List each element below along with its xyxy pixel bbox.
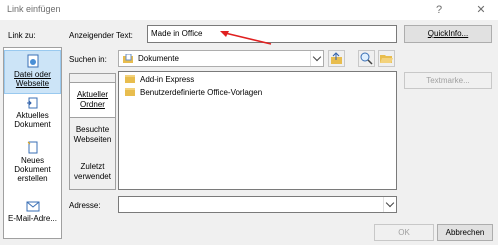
tab-current-folder[interactable]: Aktueller Ordner [70,82,115,118]
link-to-email-address[interactable]: E-Mail-Adre... [4,200,61,230]
bookmark-button[interactable]: Textmarke... [404,72,492,89]
link-to-item-label: Neues Dokument erstellen [14,156,51,183]
quickinfo-button-label: QuickInfo... [427,29,469,38]
list-item[interactable]: Add-in Express [125,74,194,87]
address-label: Adresse: [69,201,101,210]
up-folder-button[interactable] [328,50,345,67]
look-in-tabs: Aktueller Ordner Besuchte Webseiten Zule… [69,73,116,190]
title-bar: Link einfügen ? ✕ [0,0,498,20]
link-to-file-or-webpage[interactable]: Datei oder Webseite [4,50,61,94]
browse-web-button[interactable] [358,50,375,67]
link-to-current-document[interactable]: Aktuelles Dokument [4,96,61,134]
look-in-dropdown-arrow[interactable] [310,51,323,66]
link-to-new-document[interactable]: Neues Dokument erstellen [4,140,61,188]
address-dropdown-arrow[interactable] [383,197,396,212]
list-item[interactable]: Benutzerdefinierte Office-Vorlagen [125,87,262,100]
link-to-label: Link zu: [8,31,36,40]
insert-link-dialog: Link einfügen ? ✕ Link zu: Datei oder We… [0,0,498,245]
file-name: Add-in Express [140,75,195,84]
browse-web-icon [360,52,373,65]
display-text-label: Anzeigender Text: [69,31,133,40]
cancel-button[interactable]: Abbrechen [437,224,493,241]
documents-folder-icon [123,54,133,63]
close-button[interactable]: ✕ [468,1,494,19]
file-name: Benutzerdefinierte Office-Vorlagen [140,88,263,97]
bookmark-button-label: Textmarke... [426,76,470,85]
new-document-icon [27,141,37,154]
open-folder-icon [380,55,393,63]
tab-label: Aktueller Ordner [76,90,109,109]
tab-label: Zuletzt verwendet [74,162,111,181]
look-in-value: Dokumente [138,54,179,63]
look-in-dropdown[interactable]: Dokumente [118,50,324,67]
file-list[interactable]: Add-in Express Benutzerdefinierte Office… [118,71,397,190]
up-folder-icon [331,52,342,64]
link-to-item-label: Datei oder Webseite [14,70,51,88]
help-button[interactable]: ? [426,1,452,19]
look-in-label: Suchen in: [69,55,107,64]
folder-icon [125,75,135,83]
tab-label: Besuchte Webseiten [73,125,112,144]
chevron-down-icon [385,198,395,208]
link-to-item-label: E-Mail-Adre... [8,214,57,223]
ok-button[interactable]: OK [374,224,434,241]
link-to-item-label: Aktuelles Dokument [14,111,51,129]
globe-page-icon [27,54,38,68]
address-field[interactable] [118,196,397,213]
link-to-bar: Datei oder Webseite Aktuelles Dokument N… [3,47,62,239]
display-text-value: Made in Office [151,29,203,38]
tab-recent-files[interactable]: Zuletzt verwendet [70,160,115,188]
email-icon [26,201,39,212]
tab-browsed-pages[interactable]: Besuchte Webseiten [70,122,115,150]
browse-file-button[interactable] [378,50,395,67]
cancel-button-label: Abbrechen [445,228,485,237]
document-arrow-icon [26,97,37,109]
quickinfo-button[interactable]: QuickInfo... [404,25,492,43]
ok-button-label: OK [398,228,410,237]
chevron-down-icon [312,52,322,62]
folder-icon [125,88,135,96]
annotation-arrow [220,31,272,45]
dialog-title: Link einfügen [7,4,61,14]
